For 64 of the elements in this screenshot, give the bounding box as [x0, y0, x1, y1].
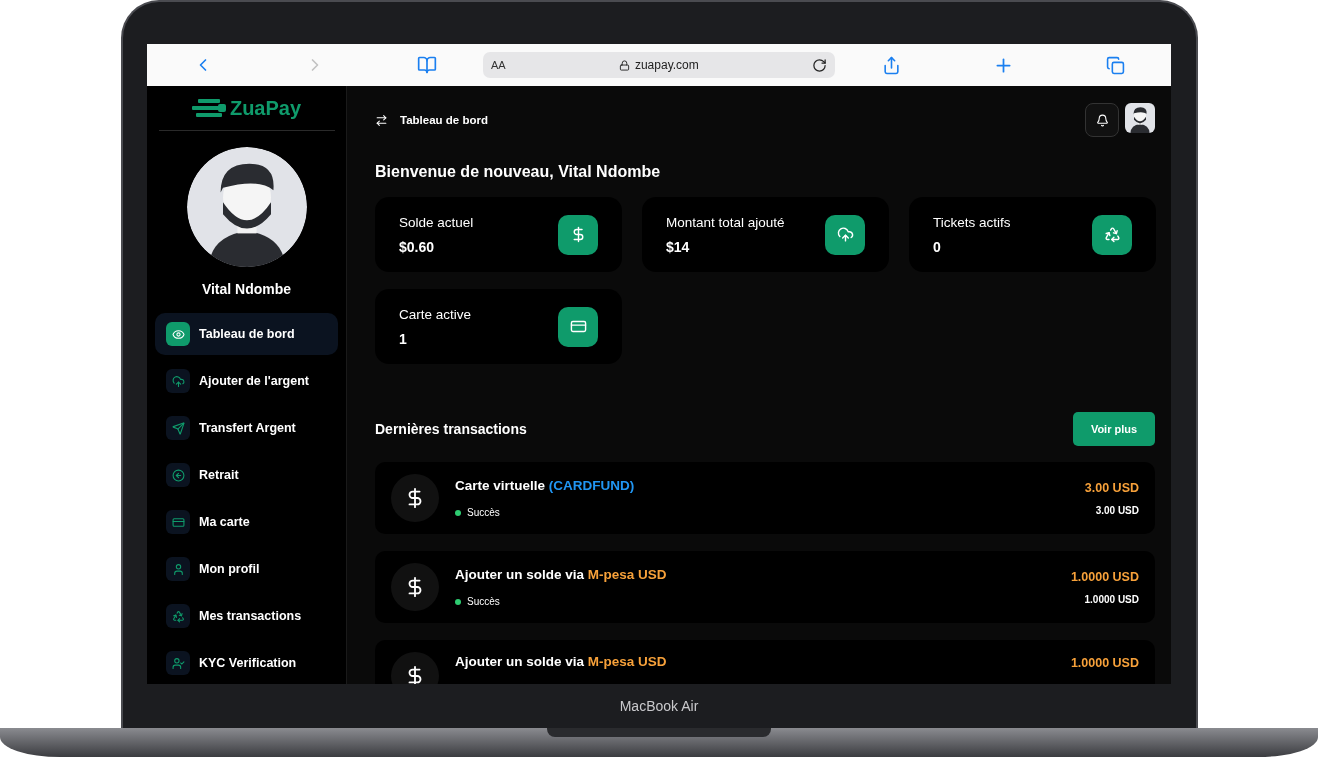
tabs-icon[interactable] [1105, 55, 1125, 75]
cloud-upload-icon [166, 369, 190, 393]
transaction-row[interactable]: Ajouter un solde via M-pesa USD Succès 1.0000 USD 1.0000 USD [375, 551, 1155, 623]
user-check-icon [166, 651, 190, 675]
dollar-icon [391, 563, 439, 611]
reload-icon[interactable] [812, 57, 827, 73]
user-name: Vital Ndombe [201, 281, 292, 297]
text-size-button[interactable]: AA [491, 59, 506, 71]
see-more-button[interactable]: Voir plus [1073, 412, 1155, 446]
section-title: Dernières transactions [375, 421, 527, 437]
nav-item[interactable]: Mon profil [155, 548, 338, 590]
profile-avatar [1125, 103, 1155, 133]
cloud-upload-icon [825, 214, 865, 255]
logo-icon [191, 97, 226, 119]
status-dot [455, 598, 461, 605]
amount: 1.0000 USD [1070, 569, 1139, 584]
page-title: Tableau de bord [400, 114, 488, 126]
transaction-title: Carte virtuelle (CARDFUND) [455, 478, 636, 493]
url-text: zuapay.com [634, 58, 699, 72]
nav-item[interactable]: Transfert Argent [155, 407, 338, 449]
user-icon [166, 557, 190, 581]
send-icon [166, 416, 190, 440]
status-dot [455, 509, 461, 516]
stat-value: 0 [933, 238, 942, 255]
stat-label: Solde actuel [399, 214, 474, 230]
nav-item[interactable]: Ajouter de l'argent [155, 360, 338, 402]
amount: 3.00 USD [1084, 480, 1139, 495]
stat-label: Montant total ajouté [666, 214, 785, 230]
recycle-icon [1092, 214, 1132, 255]
stat-label: Tickets actifs [933, 214, 1011, 230]
dollar-icon [391, 474, 439, 522]
transaction-title: Ajouter un solde via M-pesa USD [455, 567, 668, 582]
transaction-row[interactable]: Carte virtuelle (CARDFUND) Succès 3.00 USD 3.00 USD [375, 462, 1155, 534]
transaction-title: Ajouter un solde via M-pesa USD [455, 654, 668, 669]
share-icon[interactable] [881, 55, 901, 75]
recycle-icon [166, 604, 190, 628]
lock-icon [618, 59, 630, 71]
nav-item[interactable]: Ma carte [155, 501, 338, 543]
stat-value: 1 [399, 330, 408, 347]
nav-item[interactable]: KYC Verification [155, 642, 338, 684]
credit-card-icon [166, 510, 190, 534]
amount-sub: 3.00 USD [1095, 504, 1139, 516]
address-bar[interactable]: AA zuapay.com [483, 52, 835, 78]
credit-card-icon [558, 306, 598, 347]
swap-icon[interactable] [375, 113, 388, 127]
transaction-row[interactable]: Ajouter un solde via M-pesa USD 1.0000 USD [375, 640, 1155, 684]
status-text: Succès [467, 507, 500, 518]
book-icon[interactable] [417, 55, 437, 75]
bell-icon [1095, 113, 1109, 127]
amount: 1.0000 USD [1070, 656, 1139, 670]
logo-text: ZuaPay [229, 96, 302, 120]
status-text: Succès [467, 596, 500, 607]
device-label: MacBook Air [619, 698, 699, 714]
welcome-heading: Bienvenue de nouveau, Vital Ndombe [375, 163, 662, 181]
dollar-icon [558, 214, 598, 255]
nav-item[interactable]: Mes transactions [155, 595, 338, 637]
nav-item[interactable]: Tableau de bord [155, 313, 338, 355]
notification-button[interactable] [1085, 103, 1119, 137]
eye-icon [166, 322, 190, 346]
amount-sub: 1.0000 USD [1084, 593, 1139, 605]
stat-value: $14 [666, 238, 691, 255]
stat-label: Carte active [399, 306, 472, 322]
nav-item[interactable]: Retrait [155, 454, 338, 496]
stat-value: $0.60 [399, 238, 436, 255]
